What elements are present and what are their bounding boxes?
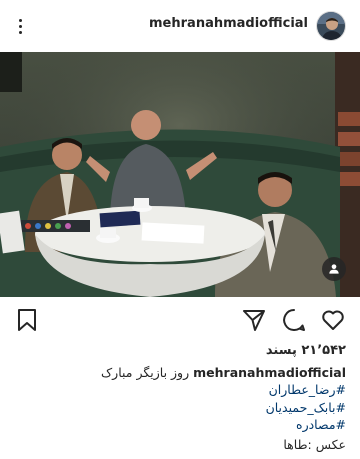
action-bar bbox=[0, 305, 360, 337]
more-options-icon[interactable] bbox=[14, 14, 26, 38]
hashtag-link[interactable]: #بابک_حمیدیان bbox=[14, 399, 346, 417]
avatar[interactable] bbox=[316, 11, 346, 41]
user-tag-icon[interactable] bbox=[322, 257, 346, 281]
caption-username[interactable]: mehranahmadiofficial bbox=[193, 365, 346, 380]
likes-count[interactable]: ۲۱٬۵۴۲ پسند bbox=[266, 343, 346, 358]
post-header: mehranahmadiofficial bbox=[0, 0, 360, 52]
caption: mehranahmadiofficial روز بازیگر مبارک bbox=[14, 364, 346, 381]
caption-text: روز بازیگر مبارک bbox=[100, 365, 190, 380]
heart-icon[interactable] bbox=[320, 307, 346, 333]
photo-credit: عکس :طاها bbox=[283, 437, 346, 452]
hashtag-link[interactable]: #مصادره bbox=[14, 416, 346, 434]
post-photo[interactable] bbox=[0, 52, 360, 297]
bookmark-icon[interactable] bbox=[14, 307, 40, 333]
hashtag-list: #رضا_عطاران #بابک_حمیدیان #مصادره bbox=[14, 381, 346, 434]
hashtag-link[interactable]: #رضا_عطاران bbox=[14, 381, 346, 399]
comment-icon[interactable] bbox=[281, 307, 307, 333]
post-username[interactable]: mehranahmadiofficial bbox=[149, 16, 308, 31]
send-icon[interactable] bbox=[241, 307, 267, 333]
